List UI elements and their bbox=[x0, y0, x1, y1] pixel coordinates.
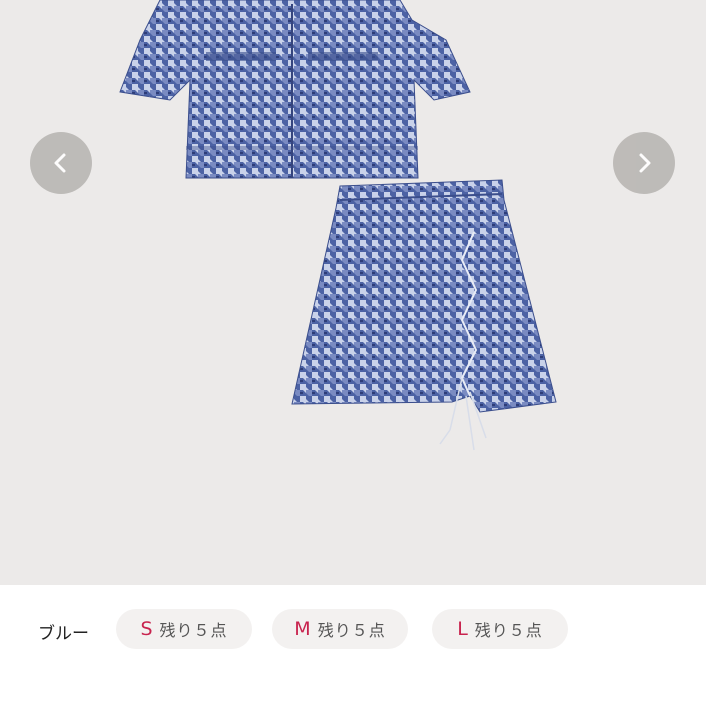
stock-label: 残り５点 bbox=[317, 621, 386, 640]
size-label: S bbox=[140, 618, 154, 640]
chevron-right-icon bbox=[639, 153, 651, 173]
stock-label: 残り５点 bbox=[159, 621, 228, 640]
previous-image-button[interactable] bbox=[30, 132, 92, 194]
chevron-left-icon bbox=[54, 153, 66, 173]
product-image-gallery[interactable] bbox=[0, 0, 706, 585]
size-option-s[interactable]: S 残り５点 bbox=[116, 609, 252, 649]
size-label: L bbox=[457, 618, 469, 640]
next-image-button[interactable] bbox=[613, 132, 675, 194]
size-label: M bbox=[294, 618, 312, 640]
size-option-l[interactable]: L 残り５点 bbox=[432, 609, 568, 649]
color-label: ブルー bbox=[38, 624, 89, 644]
size-option-m[interactable]: M 残り５点 bbox=[272, 609, 408, 649]
stock-label: 残り５点 bbox=[474, 621, 543, 640]
product-image bbox=[119, 0, 557, 451]
